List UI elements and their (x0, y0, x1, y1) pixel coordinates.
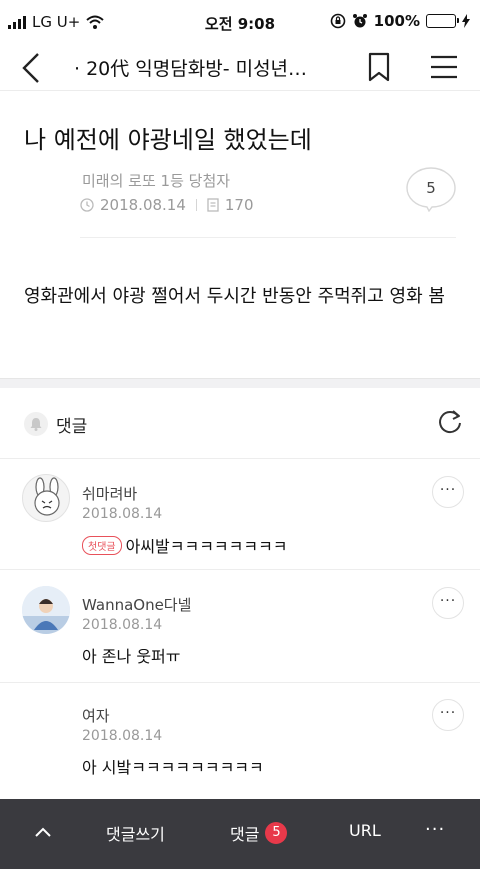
comment-author[interactable]: 쉬마려바 (82, 483, 137, 504)
section-divider (0, 378, 480, 388)
comments-label: 댓글 (56, 417, 88, 437)
comment-author[interactable]: WannaOne다넬 (82, 594, 191, 615)
views-icon (207, 198, 219, 212)
battery-percent: 100% (373, 12, 420, 30)
comments-button[interactable]: 댓글 5 (230, 821, 288, 845)
comment-count: 5 (426, 179, 436, 197)
post-views: 170 (224, 196, 254, 214)
post-author[interactable]: 미래의 로또 1등 당첨자 (82, 170, 230, 191)
comment-author[interactable]: 여자 (82, 705, 110, 726)
write-comment-button[interactable]: 댓글쓰기 (106, 821, 165, 845)
comment-date: 2018.08.14 (82, 506, 163, 522)
post-body: 영화관에서 야광 쩔어서 두시간 반동안 주먹쥐고 영화 봄 (24, 286, 445, 307)
more-button[interactable]: ··· (425, 819, 445, 840)
url-button[interactable]: URL (349, 821, 381, 840)
avatar[interactable] (22, 474, 70, 522)
comments-header: 댓글 (0, 388, 480, 458)
more-options-button[interactable]: ··· (432, 587, 464, 619)
comment-text-content: 아씨발ㅋㅋㅋㅋㅋㅋㅋㅋ (125, 537, 288, 556)
comments-header-divider (0, 458, 480, 459)
comments-button-label: 댓글 (230, 825, 260, 844)
post-meta: 2018.08.14 170 (80, 196, 254, 214)
more-options-button[interactable]: ··· (432, 699, 464, 731)
bell-icon[interactable] (24, 412, 48, 436)
charging-icon (462, 14, 470, 28)
comment-date: 2018.08.14 (82, 728, 163, 744)
bottom-toolbar: 댓글쓰기 댓글 5 URL ··· (0, 799, 480, 869)
rotation-lock-icon (330, 13, 345, 29)
comment-divider (0, 569, 480, 570)
meta-separator (195, 199, 197, 211)
meta-divider (80, 237, 456, 238)
bookmark-icon[interactable] (364, 51, 394, 83)
comment-text: 아 존나 웃퍼ㅠ (82, 647, 181, 666)
board-title[interactable]: · 20代 익명담화방- 미성년… (74, 54, 334, 81)
scroll-top-icon[interactable] (32, 821, 54, 843)
comment-divider (0, 682, 480, 683)
alarm-icon (352, 14, 367, 28)
first-comment-badge: 첫댓글 (82, 536, 122, 555)
comments-count-badge: 5 (265, 822, 288, 844)
post-title: 나 예전에 야광네일 했었는데 (24, 126, 312, 154)
comment-text: 아 시밬ㅋㅋㅋㅋㅋㅋㅋㅋㅋ (82, 758, 264, 777)
more-options-button[interactable]: ··· (432, 476, 464, 508)
battery-icon (426, 14, 459, 28)
comment-text: 첫댓글 아씨발ㅋㅋㅋㅋㅋㅋㅋㅋ (82, 533, 288, 557)
status-right: 100% (330, 12, 470, 30)
back-chevron-icon[interactable] (16, 50, 52, 86)
avatar[interactable] (22, 586, 70, 634)
post-date: 2018.08.14 (100, 196, 186, 214)
comment-date: 2018.08.14 (82, 617, 163, 633)
nav-divider (0, 90, 480, 91)
clock-icon (80, 198, 94, 212)
status-bar: LG U+ 오전 9:08 100% (0, 0, 480, 44)
nav-bar: · 20代 익명담화방- 미성년… (0, 44, 480, 90)
refresh-icon[interactable] (436, 408, 464, 436)
menu-icon[interactable] (428, 53, 460, 81)
